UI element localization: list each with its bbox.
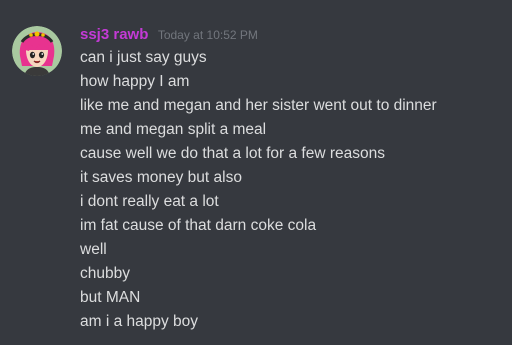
message-line: but MAN	[80, 289, 141, 306]
message-line: cause well we do that a lot for a few re…	[80, 145, 385, 162]
username[interactable]: ssj3 rawb	[80, 26, 148, 43]
message-line: i dont really eat a lot	[80, 193, 219, 210]
message-line: it saves money but also	[80, 169, 242, 186]
message-line: im fat cause of that darn coke cola	[80, 217, 317, 234]
chat-message: ssj3 rawb Today at 10:52 PM can i just s…	[0, 0, 512, 345]
timestamp: Today at 10:52 PM	[157, 28, 258, 42]
message-line: well	[80, 241, 107, 258]
message-line: chubby	[80, 265, 130, 282]
message-header: ssj3 rawb Today at 10:52 PM	[80, 24, 258, 46]
anime-girl-avatar-icon	[12, 26, 62, 76]
user-avatar[interactable]	[12, 26, 62, 76]
message-line: am i a happy boy	[80, 313, 199, 330]
message-line: me and megan split a meal	[80, 121, 267, 138]
message-line: how happy I am	[80, 73, 190, 90]
message-line: can i just say guys	[80, 49, 207, 66]
message-line: like me and megan and her sister went ou…	[80, 97, 437, 114]
message-body: can i just say guys how happy I am like …	[80, 46, 504, 334]
